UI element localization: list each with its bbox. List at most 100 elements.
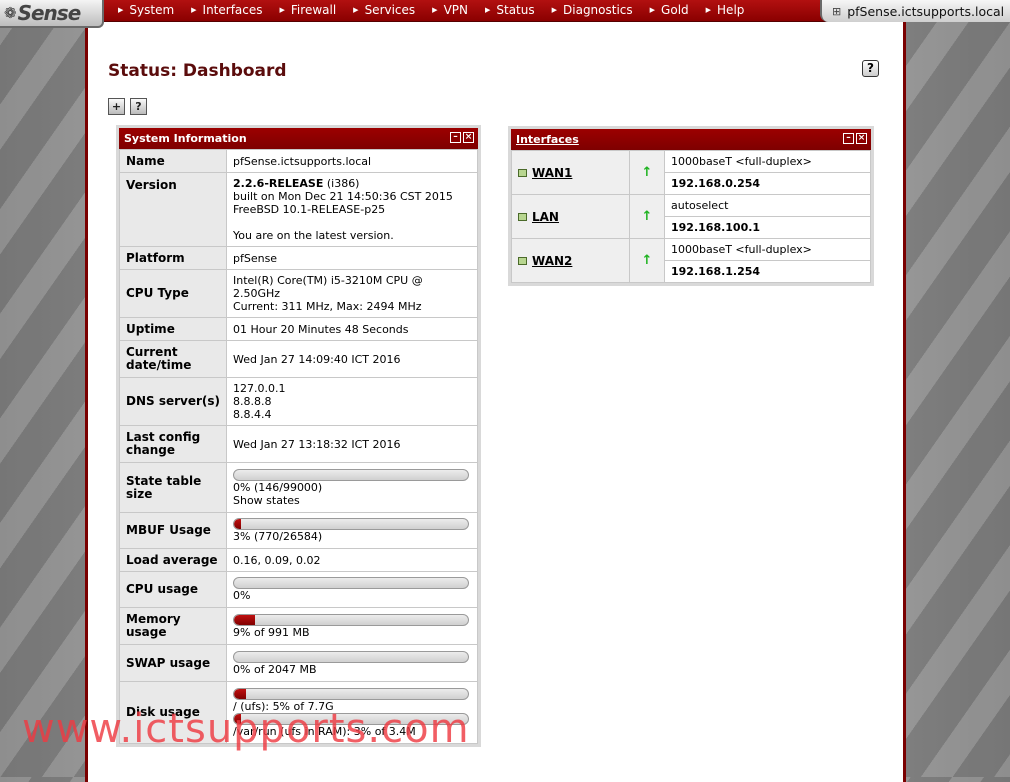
menu-arrow-icon: ▶ (484, 6, 491, 14)
table-row: CPU Type Intel(R) Core(TM) i5-3210M CPU … (119, 269, 478, 318)
menu-services[interactable]: ▶ Services (345, 0, 424, 22)
table-row: LAN ↑ autoselect (511, 194, 871, 239)
logo-mark-icon: ❁ (4, 4, 17, 22)
logo-text: Sense (17, 1, 82, 25)
version-release: 2.2.6-RELEASE (233, 177, 324, 190)
interfaces-widget: Interfaces – × WAN1 ↑ 1000baseT <full-du… (508, 126, 874, 286)
menu-arrow-icon: ▶ (279, 6, 285, 14)
version-built: built on Mon Dec 21 14:50:36 CST 2015 (233, 190, 453, 203)
table-row: MBUF Usage 3% (770/26584) (119, 512, 478, 549)
row-value: 0.16, 0.09, 0.02 (226, 548, 478, 572)
status-cell: ↑ (629, 194, 665, 239)
row-value: Wed Jan 27 14:09:40 ICT 2016 (226, 340, 478, 378)
interface-name-link[interactable]: LAN (511, 194, 630, 239)
network-icon: ⊞ (832, 4, 842, 18)
row-label: Load average (119, 548, 227, 572)
dns-server: 127.0.0.1 (233, 382, 286, 395)
row-value: 0% of 2047 MB (226, 644, 478, 682)
status-up-arrow-icon: ↑ (641, 165, 653, 180)
table-row: WAN2 ↑ 1000baseT <full-duplex> (511, 238, 871, 283)
widget-title: System Information (124, 132, 247, 145)
table-row: DNS server(s) 127.0.0.1 8.8.8.8 8.8.4.4 (119, 377, 478, 426)
mbuf-progress-bar (233, 518, 469, 530)
memory-progress-bar (233, 613, 469, 626)
row-value: pfSense.ictsupports.local (226, 149, 478, 173)
menu-arrow-icon: ▶ (118, 6, 124, 14)
row-label: Memory usage (119, 607, 227, 645)
cpu-frequency: Current: 311 MHz, Max: 2494 MHz (233, 300, 422, 313)
hostname-tab: ⊞ pfSense.ictsupports.local (820, 0, 1010, 22)
row-label: Version (119, 172, 227, 247)
menu-diagnostics[interactable]: ▶ Diagnostics (544, 0, 642, 22)
version-status: You are on the latest version. (233, 229, 394, 242)
add-widget-icon[interactable]: + (108, 98, 125, 115)
hostname-label: pfSense.ictsupports.local (847, 3, 1005, 19)
interface-name-link[interactable]: WAN2 (511, 238, 630, 283)
row-label: CPU usage (119, 571, 227, 608)
memory-text: 9% of 991 MB (233, 625, 310, 639)
interface-ip: 192.168.1.254 (664, 260, 871, 283)
row-label: CPU Type (119, 269, 227, 318)
network-port-icon (518, 168, 527, 177)
cpu-usage-progress-bar (233, 577, 469, 589)
menu-arrow-icon: ▶ (649, 6, 656, 14)
table-row: Load average 0.16, 0.09, 0.02 (119, 548, 478, 572)
main-menu: ▶ System ▶ Interfaces ▶ Firewall ▶ Services … (110, 0, 753, 22)
state-table-progress-bar (233, 468, 469, 481)
table-row: Memory usage 9% of 991 MB (119, 607, 478, 645)
disk-root-progress-bar (233, 687, 469, 700)
row-value: 127.0.0.1 8.8.8.8 8.8.4.4 (226, 377, 478, 426)
close-icon[interactable]: × (856, 133, 867, 144)
row-label: Platform (119, 246, 227, 270)
table-row: Uptime 01 Hour 20 Minutes 48 Seconds (119, 317, 478, 341)
menu-help[interactable]: ▶ Help (698, 0, 754, 22)
cpu-model: Intel(R) Core(TM) i5-3210M CPU @ 2.50GHz (233, 274, 423, 300)
table-row: Last config change Wed Jan 27 13:18:32 I… (119, 425, 478, 463)
row-label: Current date/time (119, 340, 227, 378)
swap-text: 0% of 2047 MB (233, 662, 317, 676)
row-value: 01 Hour 20 Minutes 48 Seconds (226, 317, 478, 341)
state-table-text: 0% (146/99000) (233, 480, 323, 494)
progress-fill (234, 519, 242, 529)
status-cell: ↑ (629, 238, 665, 283)
row-value: 2.2.6-RELEASE (i386) built on Mon Dec 21… (226, 172, 478, 247)
menu-interfaces[interactable]: ▶ Interfaces (183, 0, 271, 22)
row-label: DNS server(s) (119, 377, 227, 426)
row-value: pfSense (226, 246, 478, 270)
close-icon[interactable]: × (463, 132, 474, 143)
menu-gold[interactable]: ▶ Gold (642, 0, 698, 22)
widget-help-icon[interactable]: ? (130, 98, 147, 115)
table-row: CPU usage 0% (119, 571, 478, 608)
row-value: 0% (146/99000) Show states (226, 462, 478, 513)
minimize-icon[interactable]: – (450, 132, 461, 143)
progress-fill (234, 614, 256, 625)
menu-arrow-icon: ▶ (551, 6, 558, 14)
interface-media: 1000baseT <full-duplex> (664, 238, 871, 261)
progress-fill (234, 688, 246, 699)
network-port-icon (518, 212, 527, 221)
pfsense-logo[interactable]: ❁ Sense (0, 0, 104, 28)
menu-arrow-icon: ▶ (705, 6, 712, 14)
mbuf-text: 3% (770/26584) (233, 530, 323, 543)
system-info-table: Name pfSense.ictsupports.local Version 2… (119, 149, 478, 744)
widget-title-link[interactable]: Interfaces (516, 133, 579, 146)
version-arch: (i386) (326, 177, 360, 190)
status-up-arrow-icon: ↑ (641, 209, 653, 224)
menu-vpn[interactable]: ▶ VPN (424, 0, 477, 22)
menu-system[interactable]: ▶ System (110, 0, 183, 22)
row-value: 9% of 991 MB (226, 607, 478, 645)
minimize-icon[interactable]: – (843, 133, 854, 144)
help-icon[interactable]: ? (862, 60, 879, 77)
interface-ip: 192.168.0.254 (664, 172, 871, 195)
cpu-usage-text: 0% (233, 589, 251, 602)
menu-firewall[interactable]: ▶ Firewall (272, 0, 346, 22)
interfaces-table: WAN1 ↑ 1000baseT <full-duplex> 192.168.0… (511, 150, 871, 283)
widget-header: System Information – × (119, 128, 478, 149)
table-row: SWAP usage 0% of 2047 MB (119, 644, 478, 682)
status-cell: ↑ (629, 150, 665, 195)
row-value: 3% (770/26584) (226, 512, 478, 549)
show-states-link[interactable]: Show states (233, 494, 471, 507)
row-value: Wed Jan 27 13:18:32 ICT 2016 (226, 425, 478, 463)
menu-status[interactable]: ▶ Status (477, 0, 544, 22)
interface-name-link[interactable]: WAN1 (511, 150, 630, 195)
